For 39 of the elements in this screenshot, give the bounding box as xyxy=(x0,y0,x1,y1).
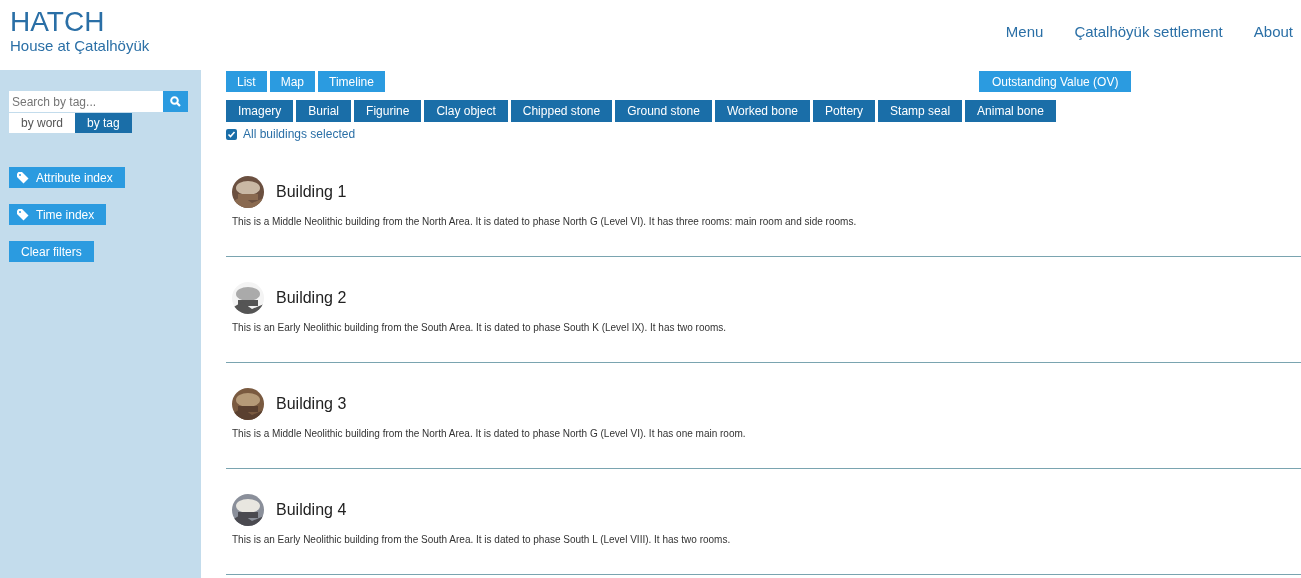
category-button[interactable]: Clay object xyxy=(424,100,508,122)
clear-filters-button[interactable]: Clear filters xyxy=(9,241,94,262)
nav-link[interactable]: Çatalhöyük settlement xyxy=(1074,23,1223,40)
category-button[interactable]: Burial xyxy=(296,100,352,122)
building-description: This is an Early Neolithic building from the South Area. It is dated to phase South L (Level VIII). It has two rooms. xyxy=(232,534,732,545)
category-button[interactable]: Imagery xyxy=(226,100,294,122)
nav-link[interactable]: About xyxy=(1253,23,1293,40)
checkbox[interactable] xyxy=(226,128,237,140)
category-button[interactable]: Worked bone xyxy=(714,100,811,122)
building-title[interactable]: Building 1 xyxy=(276,183,347,201)
building-description: This is a Middle Neolithic building from the North Area. It is dated to phase North G (Level VI). It has one main room. xyxy=(232,428,747,439)
search-mode-tab[interactable]: by word xyxy=(9,113,76,133)
building-title[interactable]: Building 3 xyxy=(276,395,347,413)
view-tab[interactable]: List xyxy=(226,71,267,92)
index-button[interactable]: Attribute index xyxy=(9,167,125,188)
tag-icon xyxy=(17,171,31,184)
checkbox-label: All buildings selected xyxy=(243,127,356,141)
category-button[interactable]: Ground stone xyxy=(615,100,712,122)
building-title[interactable]: Building 4 xyxy=(276,501,347,519)
tag-icon xyxy=(17,208,31,221)
index-button[interactable]: Time index xyxy=(9,204,107,225)
category-button[interactable]: Chipped stone xyxy=(510,100,613,122)
search-icon xyxy=(170,96,181,107)
view-tab[interactable]: Map xyxy=(269,71,316,92)
site-title[interactable]: HATCH xyxy=(10,7,150,37)
building-description: This is an Early Neolithic building from the South Area. It is dated to phase South K (Level IX). It has two rooms. xyxy=(232,322,728,333)
building-description: This is a Middle Neolithic building from the North Area. It is dated to phase North G (Level VI). It has three rooms: main room and side rooms. xyxy=(232,216,858,227)
category-button[interactable]: Animal bone xyxy=(965,100,1056,122)
view-tab[interactable]: Timeline xyxy=(318,71,385,92)
site-subtitle: House at Çatalhöyük xyxy=(10,37,150,54)
ov-button[interactable]: Outstanding Value (OV) xyxy=(978,71,1132,92)
category-button[interactable]: Stamp seal xyxy=(878,100,963,122)
building-title[interactable]: Building 2 xyxy=(276,289,347,307)
search-mode-tab[interactable]: by tag xyxy=(75,113,132,133)
search-button[interactable] xyxy=(163,91,188,112)
search-field[interactable]: Search by tag... xyxy=(9,91,163,112)
category-button[interactable]: Figurine xyxy=(354,100,422,122)
nav-link[interactable]: Menu xyxy=(1005,23,1044,40)
category-button[interactable]: Pottery xyxy=(813,100,876,122)
